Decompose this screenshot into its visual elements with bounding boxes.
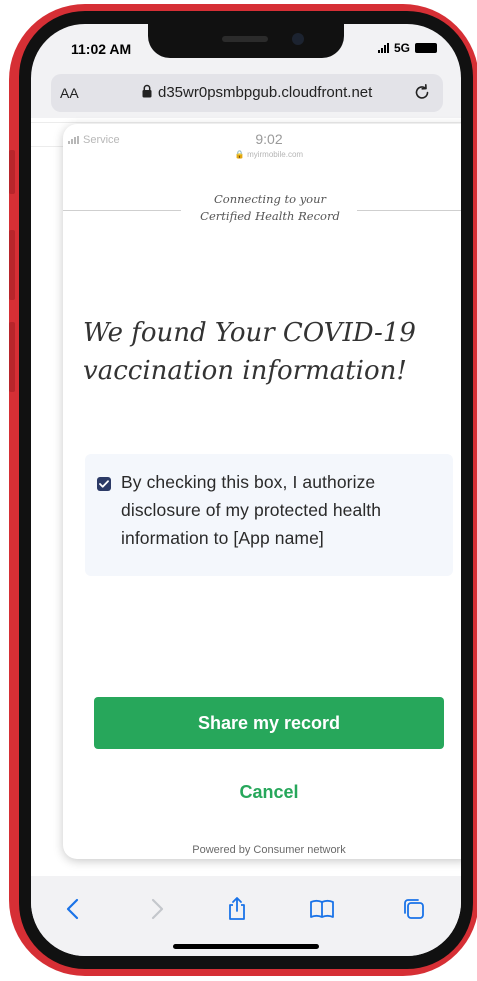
battery-icon	[415, 43, 437, 53]
url-bar[interactable]: AA d35wr0psmbpgub.cloudfront.net	[51, 74, 443, 112]
consent-box: By checking this box, I authorize disclo…	[85, 454, 453, 576]
consent-text[interactable]: By checking this box, I authorize disclo…	[121, 468, 441, 552]
notch	[148, 24, 344, 58]
header-divider-right	[357, 210, 461, 211]
bookmarks-icon[interactable]	[309, 896, 335, 922]
powered-by-footer: Powered by Consumer network	[192, 844, 346, 856]
connecting-header-line2: Certified Health Record	[200, 209, 340, 223]
connecting-header-line1: Connecting to your	[213, 192, 327, 206]
health-record-modal: Service 9:02 🔒 myirmobile.com Connecting…	[63, 124, 461, 859]
forward-icon[interactable]	[143, 896, 169, 922]
share-icon[interactable]	[224, 896, 250, 922]
status-time: 11:02 AM	[71, 41, 132, 57]
front-camera	[292, 33, 304, 45]
volume-down-button	[9, 322, 15, 392]
speaker	[222, 36, 268, 42]
text-size-button[interactable]: AA	[60, 85, 79, 101]
page-title: We found Your COVID-19 vaccination infor…	[83, 314, 461, 390]
inner-url-text: myirmobile.com	[247, 150, 304, 159]
consent-line1: By checking this box, I authorize	[121, 472, 376, 492]
page-title-line1: We found Your COVID-19	[83, 318, 416, 348]
status-indicators: 5G	[377, 41, 437, 55]
back-icon[interactable]	[61, 896, 87, 922]
network-label: 5G	[393, 41, 410, 55]
page-title-line2: vaccination information!	[83, 356, 407, 386]
silent-switch	[9, 150, 15, 194]
inner-time: 9:02	[255, 131, 283, 147]
cancel-button[interactable]: Cancel	[194, 777, 344, 807]
consent-line2: disclosure of my protected health	[121, 500, 382, 520]
url-text[interactable]: d35wr0psmbpgub.cloudfront.net	[158, 84, 372, 101]
share-record-button[interactable]: Share my record	[94, 697, 444, 749]
connecting-header: Connecting to your Certified Health Reco…	[177, 191, 363, 225]
consent-line3: information to [App name]	[121, 528, 324, 548]
phone-screen: 11:02 AM 5G AA d35wr0psmbpgub.cloudfront…	[31, 24, 461, 956]
signal-icon	[377, 43, 389, 53]
volume-up-button	[9, 230, 15, 300]
header-divider-left	[63, 210, 181, 211]
inner-url: 🔒 myirmobile.com	[234, 150, 304, 159]
home-indicator[interactable]	[173, 944, 319, 949]
tabs-icon[interactable]	[401, 896, 427, 922]
lock-icon	[142, 84, 152, 98]
reload-icon[interactable]	[413, 83, 431, 101]
inner-status-bar: Service 9:02 🔒 myirmobile.com	[63, 130, 461, 170]
checkmark-icon	[99, 480, 109, 488]
consent-checkbox[interactable]	[97, 477, 111, 491]
